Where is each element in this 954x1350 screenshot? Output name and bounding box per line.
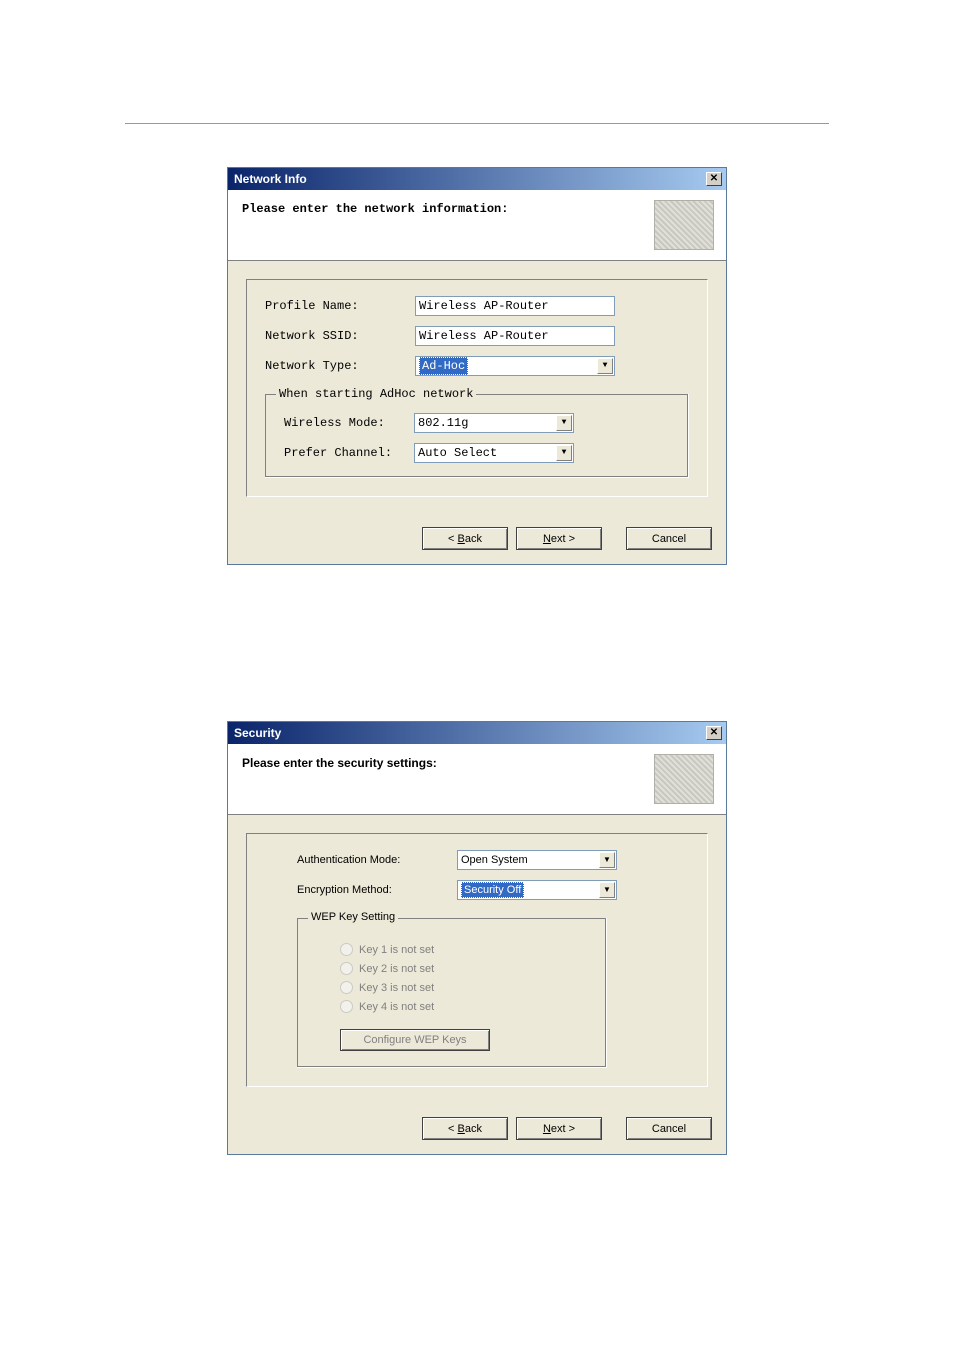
dialog-title: Network Info — [234, 172, 307, 186]
page-divider — [125, 123, 829, 124]
wep-key-3-label: Key 3 is not set — [359, 982, 434, 994]
enc-method-label: Encryption Method: — [297, 884, 457, 896]
wireless-mode-label: Wireless Mode: — [284, 416, 414, 430]
wep-legend: WEP Key Setting — [308, 911, 398, 923]
header-text: Please enter the network information: — [242, 200, 508, 216]
wep-key-2: Key 2 is not set — [340, 962, 588, 975]
next-button[interactable]: Next > — [516, 1117, 602, 1140]
configure-wep-button: Configure WEP Keys — [340, 1029, 490, 1051]
prefer-channel-select[interactable]: Auto Select ▼ — [414, 443, 574, 463]
adhoc-legend: When starting AdHoc network — [276, 387, 476, 401]
wep-key-1: Key 1 is not set — [340, 943, 588, 956]
button-row: < Back Next > Cancel — [228, 1105, 726, 1154]
close-icon[interactable]: ✕ — [706, 726, 722, 740]
profile-name-label: Profile Name: — [265, 299, 415, 313]
titlebar: Security ✕ — [228, 722, 726, 744]
chevron-down-icon: ▼ — [599, 882, 615, 898]
wireless-mode-select[interactable]: 802.11g ▼ — [414, 413, 574, 433]
wep-key-4-radio — [340, 1000, 353, 1013]
auth-mode-select[interactable]: Open System ▼ — [457, 850, 617, 870]
form-panel: Authentication Mode: Open System ▼ Encry… — [246, 833, 708, 1087]
wep-key-2-radio — [340, 962, 353, 975]
auth-mode-label: Authentication Mode: — [297, 854, 457, 866]
chevron-down-icon: ▼ — [556, 415, 572, 431]
header-image — [654, 200, 714, 250]
wep-key-3: Key 3 is not set — [340, 981, 588, 994]
network-type-value: Ad-Hoc — [419, 357, 468, 375]
back-button[interactable]: < Back — [422, 1117, 508, 1140]
header-area: Please enter the security settings: — [228, 744, 726, 815]
wep-key-2-label: Key 2 is not set — [359, 963, 434, 975]
back-button[interactable]: < Back — [422, 527, 508, 550]
wep-key-3-radio — [340, 981, 353, 994]
wep-group: WEP Key Setting Key 1 is not set Key 2 i… — [297, 918, 607, 1068]
network-ssid-input[interactable] — [415, 326, 615, 346]
network-type-label: Network Type: — [265, 359, 415, 373]
wep-key-4-label: Key 4 is not set — [359, 1001, 434, 1013]
prefer-channel-label: Prefer Channel: — [284, 446, 414, 460]
enc-method-value: Security Off — [461, 882, 524, 898]
auth-mode-value: Open System — [461, 854, 528, 866]
network-type-select[interactable]: Ad-Hoc ▼ — [415, 356, 615, 376]
next-button[interactable]: Next > — [516, 527, 602, 550]
titlebar: Network Info ✕ — [228, 168, 726, 190]
header-text: Please enter the security settings: — [242, 754, 437, 770]
security-dialog: Security ✕ Please enter the security set… — [227, 721, 727, 1155]
wireless-mode-value: 802.11g — [418, 416, 468, 430]
adhoc-group: When starting AdHoc network Wireless Mod… — [265, 394, 689, 478]
form-panel: Profile Name: Network SSID: Network Type… — [246, 279, 708, 497]
chevron-down-icon: ▼ — [597, 358, 613, 374]
wep-key-4: Key 4 is not set — [340, 1000, 588, 1013]
enc-method-select[interactable]: Security Off ▼ — [457, 880, 617, 900]
chevron-down-icon: ▼ — [556, 445, 572, 461]
cancel-button[interactable]: Cancel — [626, 527, 712, 550]
wep-key-1-radio — [340, 943, 353, 956]
cancel-button[interactable]: Cancel — [626, 1117, 712, 1140]
network-ssid-label: Network SSID: — [265, 329, 415, 343]
close-icon[interactable]: ✕ — [706, 172, 722, 186]
prefer-channel-value: Auto Select — [418, 446, 497, 460]
profile-name-input[interactable] — [415, 296, 615, 316]
header-image — [654, 754, 714, 804]
wep-key-1-label: Key 1 is not set — [359, 944, 434, 956]
chevron-down-icon: ▼ — [599, 852, 615, 868]
dialog-title: Security — [234, 726, 281, 740]
header-area: Please enter the network information: — [228, 190, 726, 261]
button-row: < Back Next > Cancel — [228, 515, 726, 564]
network-info-dialog: Network Info ✕ Please enter the network … — [227, 167, 727, 565]
